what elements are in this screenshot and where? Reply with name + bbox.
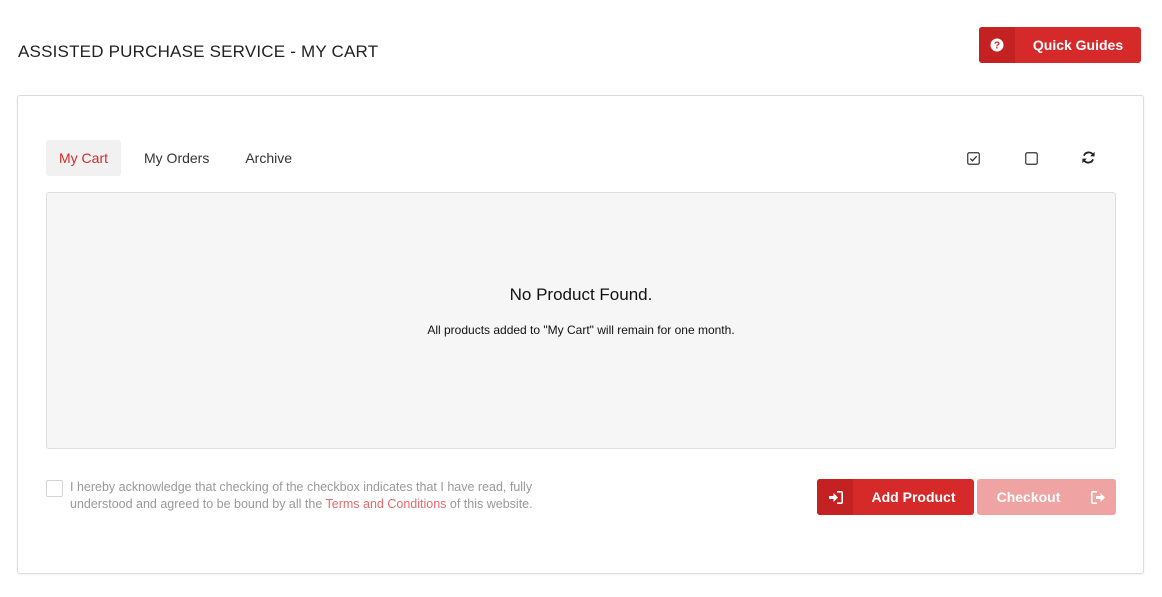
square-icon[interactable] bbox=[1023, 150, 1039, 166]
tab-my-cart[interactable]: My Cart bbox=[46, 140, 121, 176]
page-title: ASSISTED PURCHASE SERVICE - MY CART bbox=[18, 42, 379, 61]
sign-in-icon bbox=[817, 479, 853, 515]
empty-state-subtitle: All products added to "My Cart" will rem… bbox=[427, 323, 735, 337]
empty-cart-area: No Product Found. All products added to … bbox=[46, 192, 1116, 449]
add-product-label: Add Product bbox=[871, 489, 956, 505]
quick-guides-label: Quick Guides bbox=[1032, 37, 1124, 53]
check-square-icon[interactable] bbox=[965, 150, 981, 166]
sign-out-icon bbox=[1080, 479, 1116, 515]
terms-text: I hereby acknowledge that checking of th… bbox=[70, 479, 546, 513]
checkout-label: Checkout bbox=[996, 489, 1061, 505]
cart-panel: My Cart My Orders Archive No Product Fou… bbox=[17, 95, 1144, 574]
refresh-icon[interactable] bbox=[1080, 149, 1096, 165]
checkout-button[interactable]: Checkout bbox=[977, 479, 1116, 515]
quick-guides-button[interactable]: ? Quick Guides bbox=[979, 27, 1141, 63]
add-product-button[interactable]: Add Product bbox=[817, 479, 974, 515]
svg-text:?: ? bbox=[994, 41, 1000, 52]
tab-bar: My Cart My Orders Archive bbox=[46, 140, 315, 176]
tab-my-orders[interactable]: My Orders bbox=[131, 140, 222, 176]
terms-and-conditions-link[interactable]: Terms and Conditions bbox=[326, 497, 447, 511]
terms-text-after: of this website. bbox=[446, 497, 533, 511]
tab-archive[interactable]: Archive bbox=[232, 140, 305, 176]
terms-checkbox[interactable] bbox=[46, 480, 63, 497]
empty-state-title: No Product Found. bbox=[509, 285, 653, 304]
terms-acknowledgement: I hereby acknowledge that checking of th… bbox=[46, 479, 546, 513]
question-circle-icon: ? bbox=[979, 27, 1015, 63]
